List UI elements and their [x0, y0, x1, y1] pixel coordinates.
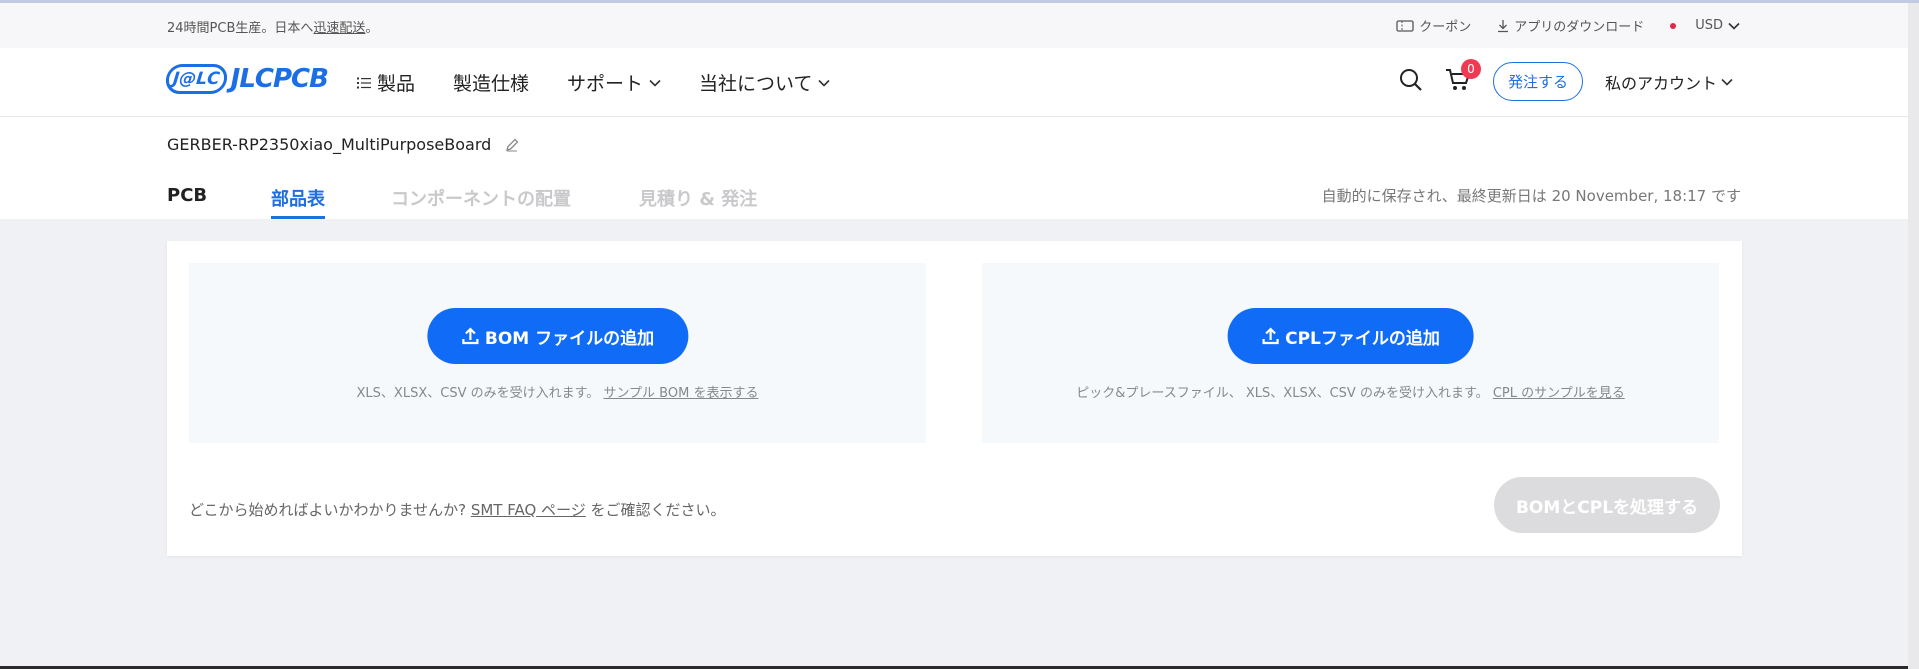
chevron-down-icon — [818, 79, 831, 87]
tab-component-placement[interactable]: コンポーネントの配置 — [391, 185, 639, 219]
menu-item-support[interactable]: サポート — [567, 69, 661, 96]
menu-item-about-label: 当社について — [699, 73, 813, 95]
coupon-link[interactable]: クーポン — [1396, 16, 1471, 35]
tab-bom[interactable]: 部品表 — [271, 185, 391, 219]
faq-prefix: どこから始めればよいかわかりませんか? — [189, 501, 471, 519]
menu-item-specs[interactable]: 製造仕様 — [453, 69, 529, 96]
smt-faq-link[interactable]: SMT FAQ ページ — [471, 501, 586, 519]
app-download-label: アプリのダウンロード — [1514, 20, 1645, 35]
download-icon — [1498, 19, 1509, 32]
search-icon — [1399, 68, 1422, 91]
nav-actions: 0 発注する 私のアカウント — [1399, 58, 1733, 101]
menu-item-support-label: サポート — [567, 73, 644, 95]
upload-icon — [1262, 327, 1279, 345]
process-bom-cpl-button[interactable]: BOMとCPLを処理する — [1494, 477, 1720, 533]
add-bom-button[interactable]: BOM ファイルの追加 — [426, 308, 689, 364]
bom-upload-zone[interactable]: BOM ファイルの追加 XLS、XLSX、CSV のみを受け入れます。 サンプル… — [189, 263, 926, 443]
currency-label: USD — [1695, 18, 1723, 33]
menu-item-about[interactable]: 当社について — [699, 69, 831, 96]
bom-hint: XLS、XLSX、CSV のみを受け入れます。 サンプル BOM を表示する — [189, 382, 926, 401]
cpl-hint-text: ピック&プレースファイル、 XLS、XLSX、CSV のみを受け入れます。 — [1076, 386, 1489, 401]
add-cpl-button[interactable]: CPLファイルの追加 — [1227, 308, 1474, 364]
cart-count-badge: 0 — [1460, 58, 1481, 79]
cart-button[interactable]: 0 — [1445, 58, 1481, 96]
tab-pcb[interactable]: PCB — [167, 185, 271, 219]
search-button[interactable] — [1399, 68, 1423, 96]
logo-mark: J@LC — [164, 64, 229, 94]
filename-text: GERBER-RP2350xiao_MultiPurposeBoard — [167, 135, 492, 154]
promo-text: 24時間PCB生産。日本へ迅速配送。 — [167, 17, 378, 36]
step-tabs: PCB 部品表 コンポーネントの配置 見積り & 発注 — [167, 185, 757, 219]
menu-item-specs-label: 製造仕様 — [453, 73, 530, 95]
menu-item-products-label: 製品 — [377, 73, 416, 95]
add-bom-label: BOM ファイルの追加 — [484, 328, 655, 349]
add-cpl-label: CPLファイルの追加 — [1285, 328, 1440, 349]
upload-card: BOM ファイルの追加 XLS、XLSX、CSV のみを受け入れます。 サンプル… — [167, 241, 1742, 556]
account-label: 私のアカウント — [1604, 73, 1717, 93]
list-icon — [357, 77, 371, 88]
promo-link[interactable]: 迅速配送 — [313, 21, 365, 36]
chevron-down-icon — [1728, 22, 1740, 30]
ticket-icon — [1396, 19, 1414, 32]
sample-cpl-link[interactable]: CPL のサンプルを見る — [1493, 386, 1625, 401]
bom-hint-text: XLS、XLSX、CSV のみを受け入れます。 — [356, 386, 600, 401]
chevron-down-icon — [649, 79, 661, 87]
promo-suffix: 。 — [365, 21, 379, 36]
promo-prefix: 24時間PCB生産。日本へ — [167, 21, 314, 36]
faq-hint: どこから始めればよいかわかりませんか? SMT FAQ ページ をご確認ください… — [189, 499, 726, 520]
faq-suffix: をご確認ください。 — [585, 501, 726, 519]
chevron-down-icon — [1721, 78, 1733, 86]
project-filename: GERBER-RP2350xiao_MultiPurposeBoard — [167, 135, 519, 154]
edit-pencil-icon[interactable] — [505, 138, 519, 152]
top-utility-links: クーポン アプリのダウンロード USD — [1396, 16, 1740, 35]
tab-quote-order[interactable]: 見積り & 発注 — [639, 185, 757, 219]
main-navbar: J@LC JLCPCB 製品 製造仕様 サポート 当社について 0 発注する 私… — [0, 48, 1908, 117]
cpl-hint: ピック&プレースファイル、 XLS、XLSX、CSV のみを受け入れます。 CP… — [982, 382, 1719, 401]
upload-icon — [461, 327, 478, 345]
page-scrollbar[interactable] — [1908, 3, 1919, 669]
top-info-bar: 24時間PCB生産。日本へ迅速配送。 クーポン アプリのダウンロード USD — [0, 3, 1908, 48]
menu-item-products[interactable]: 製品 — [357, 69, 415, 96]
project-header: GERBER-RP2350xiao_MultiPurposeBoard PCB … — [0, 117, 1908, 219]
coupon-label: クーポン — [1419, 20, 1472, 35]
account-menu[interactable]: 私のアカウント — [1605, 70, 1733, 94]
jlcpcb-logo[interactable]: J@LC JLCPCB — [164, 64, 329, 94]
order-button[interactable]: 発注する — [1492, 62, 1583, 101]
app-download-link[interactable]: アプリのダウンロード — [1497, 16, 1644, 35]
cpl-upload-zone[interactable]: CPLファイルの追加 ピック&プレースファイル、 XLS、XLSX、CSV のみ… — [982, 263, 1719, 443]
currency-flag-icon — [1670, 22, 1677, 29]
main-menu: 製品 製造仕様 サポート 当社について — [357, 69, 831, 96]
sample-bom-link[interactable]: サンプル BOM を表示する — [603, 386, 758, 401]
autosave-status: 自動的に保存され、最終更新日は 20 November, 18:17 です — [1321, 187, 1741, 205]
currency-selector[interactable]: USD — [1670, 18, 1740, 33]
logo-wordmark: JLCPCB — [230, 64, 329, 94]
